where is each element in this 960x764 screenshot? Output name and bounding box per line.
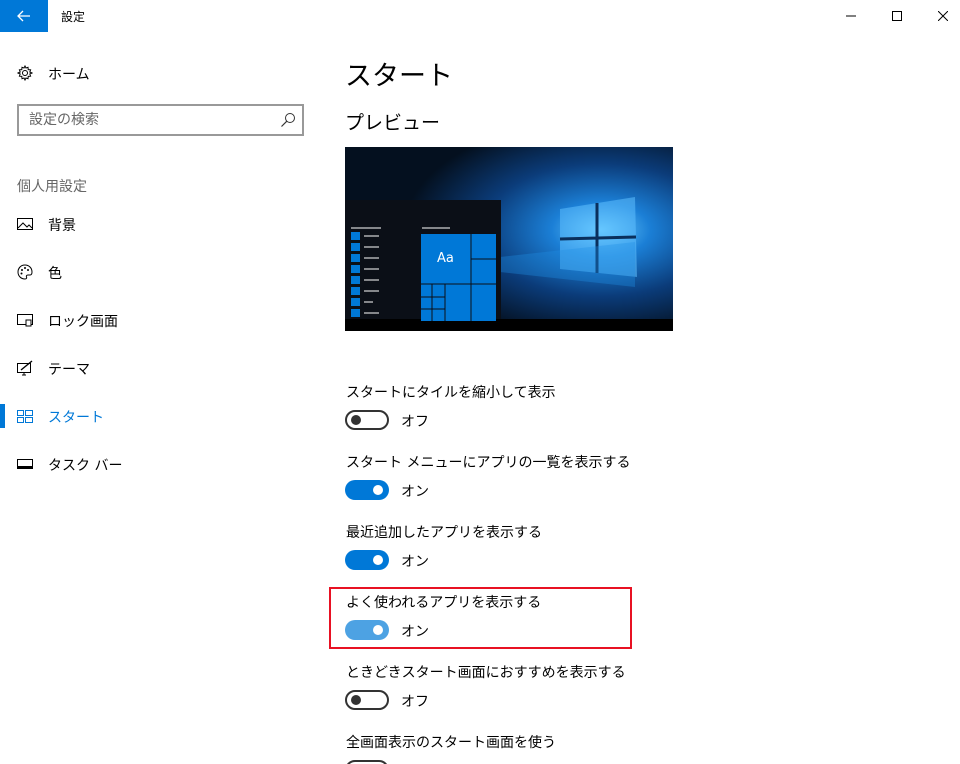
maximize-button[interactable] — [874, 0, 920, 32]
sidebar-item-theme[interactable]: テーマ — [0, 348, 322, 388]
home-label: ホーム — [48, 67, 90, 83]
gear-icon — [17, 65, 33, 81]
minimize-button[interactable] — [828, 0, 874, 32]
sidebar-item-label: タスク バー — [48, 458, 123, 474]
section-label: 個人用設定 — [17, 179, 87, 195]
theme-icon — [17, 360, 33, 376]
title-bar: 設定 — [0, 0, 960, 32]
toggle-knob — [351, 695, 361, 705]
toggle-small-tiles[interactable] — [345, 410, 389, 430]
toggle-most-used[interactable] — [345, 620, 389, 640]
preview-tile-text: Aa — [437, 251, 454, 266]
taskbar-icon — [17, 459, 33, 469]
setting-label-suggestions: ときどきスタート画面におすすめを表示する — [346, 665, 626, 681]
sidebar-item-label: 背景 — [48, 218, 76, 234]
back-button[interactable] — [0, 0, 48, 32]
sidebar-item-lock-screen[interactable]: ロック画面 — [0, 300, 322, 340]
sidebar-item-label: ロック画面 — [48, 314, 118, 330]
close-icon — [938, 11, 948, 21]
home-nav-item[interactable]: ホーム — [0, 58, 322, 88]
back-arrow-icon — [17, 10, 30, 22]
image-icon — [17, 218, 33, 230]
sidebar-item-taskbar[interactable]: タスク バー — [0, 444, 322, 484]
sidebar-item-label: 色 — [48, 266, 62, 282]
palette-icon — [17, 264, 33, 280]
setting-label-fullscreen-start: 全画面表示のスタート画面を使う — [346, 735, 556, 751]
start-preview-image: Aa — [345, 147, 673, 331]
toggle-fullscreen-start[interactable] — [345, 760, 389, 764]
desktop-wallpaper — [345, 147, 673, 331]
toggle-app-list[interactable] — [345, 480, 389, 500]
sidebar-item-color[interactable]: 色 — [0, 252, 322, 292]
start-icon — [17, 410, 33, 423]
toggle-state-recent-apps: オン — [401, 554, 429, 570]
sidebar-item-background[interactable]: 背景 — [0, 204, 322, 244]
close-button[interactable] — [920, 0, 960, 32]
sidebar-item-start[interactable]: スタート — [0, 396, 322, 436]
window-title: 設定 — [61, 10, 86, 24]
setting-label-app-list: スタート メニューにアプリの一覧を表示する — [346, 455, 631, 471]
toggle-knob — [373, 625, 383, 635]
preview-title: プレビュー — [345, 112, 441, 134]
setting-label-most-used: よく使われるアプリを表示する — [346, 595, 542, 611]
toggle-knob — [373, 485, 383, 495]
setting-label-recent-apps: 最近追加したアプリを表示する — [346, 525, 542, 541]
toggle-state-suggestions: オフ — [401, 694, 429, 710]
toggle-state-small-tiles: オフ — [401, 414, 429, 430]
page-title: スタート — [345, 61, 453, 92]
search-box[interactable] — [17, 104, 304, 136]
toggle-state-app-list: オン — [401, 484, 429, 500]
sidebar: ホーム 個人用設定 背景 色 ロック画面 — [0, 32, 322, 764]
maximize-icon — [892, 11, 902, 21]
search-input[interactable] — [19, 106, 274, 134]
lock-screen-icon — [17, 314, 33, 327]
active-indicator — [0, 404, 5, 428]
sidebar-item-label: スタート — [48, 410, 104, 426]
toggle-knob — [351, 415, 361, 425]
search-icon[interactable] — [280, 112, 296, 128]
toggle-knob — [373, 555, 383, 565]
minimize-icon — [846, 15, 856, 17]
setting-label-small-tiles: スタートにタイルを縮小して表示 — [346, 385, 556, 401]
toggle-recent-apps[interactable] — [345, 550, 389, 570]
toggle-suggestions[interactable] — [345, 690, 389, 710]
toggle-state-most-used: オン — [401, 624, 429, 640]
sidebar-item-label: テーマ — [48, 362, 90, 378]
